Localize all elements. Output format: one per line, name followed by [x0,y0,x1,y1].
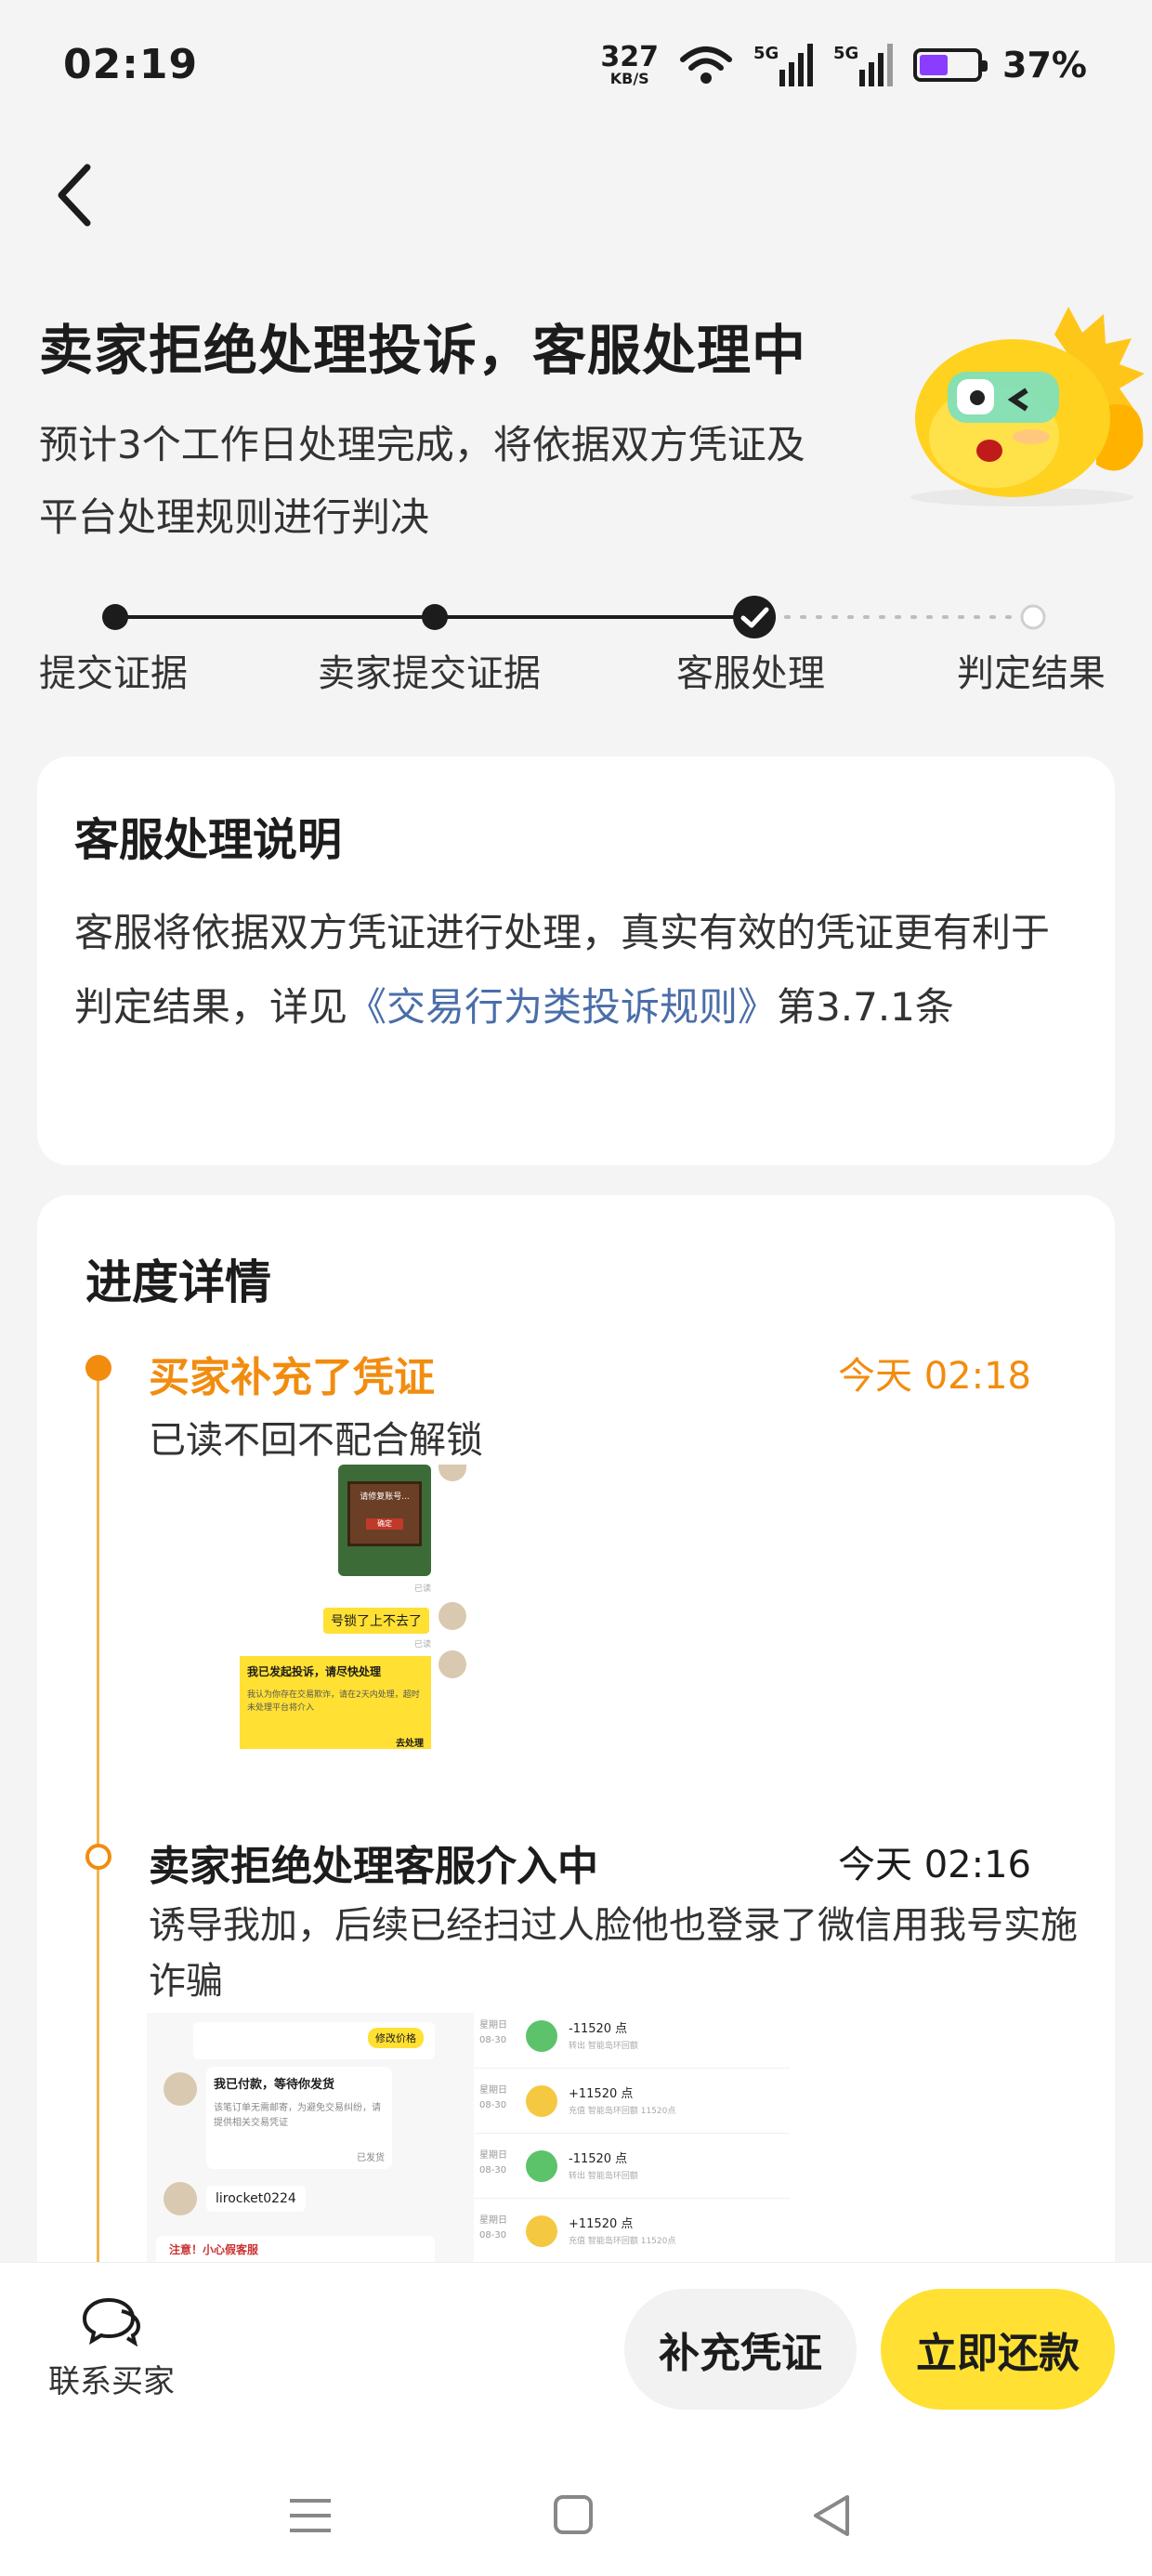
transfer-out-icon [526,2150,557,2182]
game-screenshot: 请修复账号... 确定 [338,1465,431,1576]
step-dot-3 [733,596,776,638]
step-label-submit: 提交证据 [39,652,188,695]
coin-icon [526,2085,557,2117]
step-dot-4 [1020,604,1046,630]
record-row: 星期日 08-30 +11520 点充值 智能岛环回额 11520点 [474,2078,790,2134]
progress-heading: 进度详情 [85,1255,271,1309]
record-row: 星期日 08-30 -11520 点转出 智能岛环回额 [474,2013,790,2069]
bottom-action-bar: 联系买家 补充凭证 立即还款 [0,2262,1152,2576]
home-icon[interactable] [554,2495,593,2534]
step-label-seller: 卖家提交证据 [318,652,541,695]
svg-text:5G: 5G [833,44,858,63]
clock: 02:19 [63,41,199,88]
menu-icon[interactable] [290,2499,331,2532]
payment-card: 我已付款，等待你发货 该笔订单无需邮寄，为避免交易纠纷，请提供相关交易凭证 已发… [206,2067,392,2169]
record-row: 星期日 08-30 -11520 点转出 智能岛环回额 [474,2143,790,2199]
progress-details-card: 进度详情 买家补充了凭证 今天 02:18 已读不回不配合解锁 请修复账号...… [37,1195,1115,2362]
timeline-dot [85,1844,111,1870]
chat-bubbles-icon [82,2297,141,2347]
avatar [164,2072,197,2106]
system-nav-bar [290,2495,849,2536]
event-desc: 已读不回不配合解锁 [149,1419,483,1462]
add-evidence-button[interactable]: 补充凭证 [624,2289,857,2410]
page-title: 卖家拒绝处理投诉，客服处理中 [39,319,807,382]
rules-link[interactable]: 《交易行为类投诉规则》 [347,984,777,1030]
status-bar: 02:19 327 KB/S 5G 5G 37% [0,0,1152,139]
step-label-result: 判定结果 [957,652,1106,695]
record-row: 星期日 08-30 +11520 点充值 智能岛环回额 11520点 [474,2208,790,2264]
avatar [164,2182,197,2215]
evidence-image-chat-2[interactable]: 修改价格 我已付款，等待你发货 该笔订单无需邮寄，为避免交易纠纷，请提供相关交易… [147,2013,481,2264]
transfer-out-icon [526,2020,557,2052]
avatar [439,1650,466,1678]
event-desc: 诱导我加，后续已经扫过人脸他也登录了微信用我号实施诈骗 [149,1904,1078,2003]
battery-icon [913,48,988,82]
event-title: 买家补充了凭证 [149,1354,435,1401]
network-speed: 327 KB/S [600,41,660,87]
status-icons: 327 KB/S 5G 5G 37% [600,37,1087,93]
step-dot-2 [422,604,448,630]
page-subtitle: 预计3个工作日处理完成，将依据双方凭证及 平台处理规则进行判决 [39,422,805,540]
evidence-image-chat[interactable]: 请修复账号... 确定 已读 号锁了上不去了 已读 我已发起投诉，请尽快处理 我… [199,1465,478,1771]
coin-icon [526,2215,557,2247]
avatar [439,1465,466,1481]
event-time: 今天 02:18 [838,1355,1031,1398]
battery-percent: 37% [1002,45,1087,85]
back-nav-icon[interactable] [814,2495,849,2536]
step-dot-1 [102,604,128,630]
contact-buyer-button[interactable]: 联系买家 [37,2294,186,2401]
explain-text: 客服将依据双方凭证进行处理，真实有效的凭证更有利于判定结果，详见《交易行为类投诉… [74,910,1051,1030]
back-icon[interactable] [46,158,102,232]
step-label-service: 客服处理 [676,652,825,695]
timeline-dot-active [85,1355,111,1381]
timeline-line [97,1377,99,2362]
explain-heading: 客服处理说明 [74,814,343,866]
wifi-icon [680,46,733,84]
repay-now-button[interactable]: 立即还款 [881,2289,1115,2410]
avatar [439,1602,466,1630]
steps-track [102,596,1046,638]
complaint-bubble: 我已发起投诉，请尽快处理 我认为你存在交易欺诈，请在2天内处理，超时未处理平台将… [240,1656,431,1749]
signal-5g-icon-2: 5G [833,44,894,86]
chat-bubble: 号锁了上不去了 [323,1608,429,1634]
service-explain-card: 客服处理说明 客服将依据双方凭证进行处理，真实有效的凭证更有利于判定结果，详见《… [37,756,1115,1165]
progress-steps: 提交证据 卖家提交证据 客服处理 判定结果 [0,595,1152,706]
svg-text:5G: 5G [753,44,779,63]
mascot-fish-icon [910,307,1145,506]
signal-5g-icon: 5G [753,44,814,86]
event-time: 今天 02:16 [838,1844,1031,1886]
evidence-image-records[interactable]: 星期日 08-30 -11520 点转出 智能岛环回额 星期日 08-30 +1152… [474,2009,808,2269]
event-title: 卖家拒绝处理客服介入中 [149,1843,598,1890]
